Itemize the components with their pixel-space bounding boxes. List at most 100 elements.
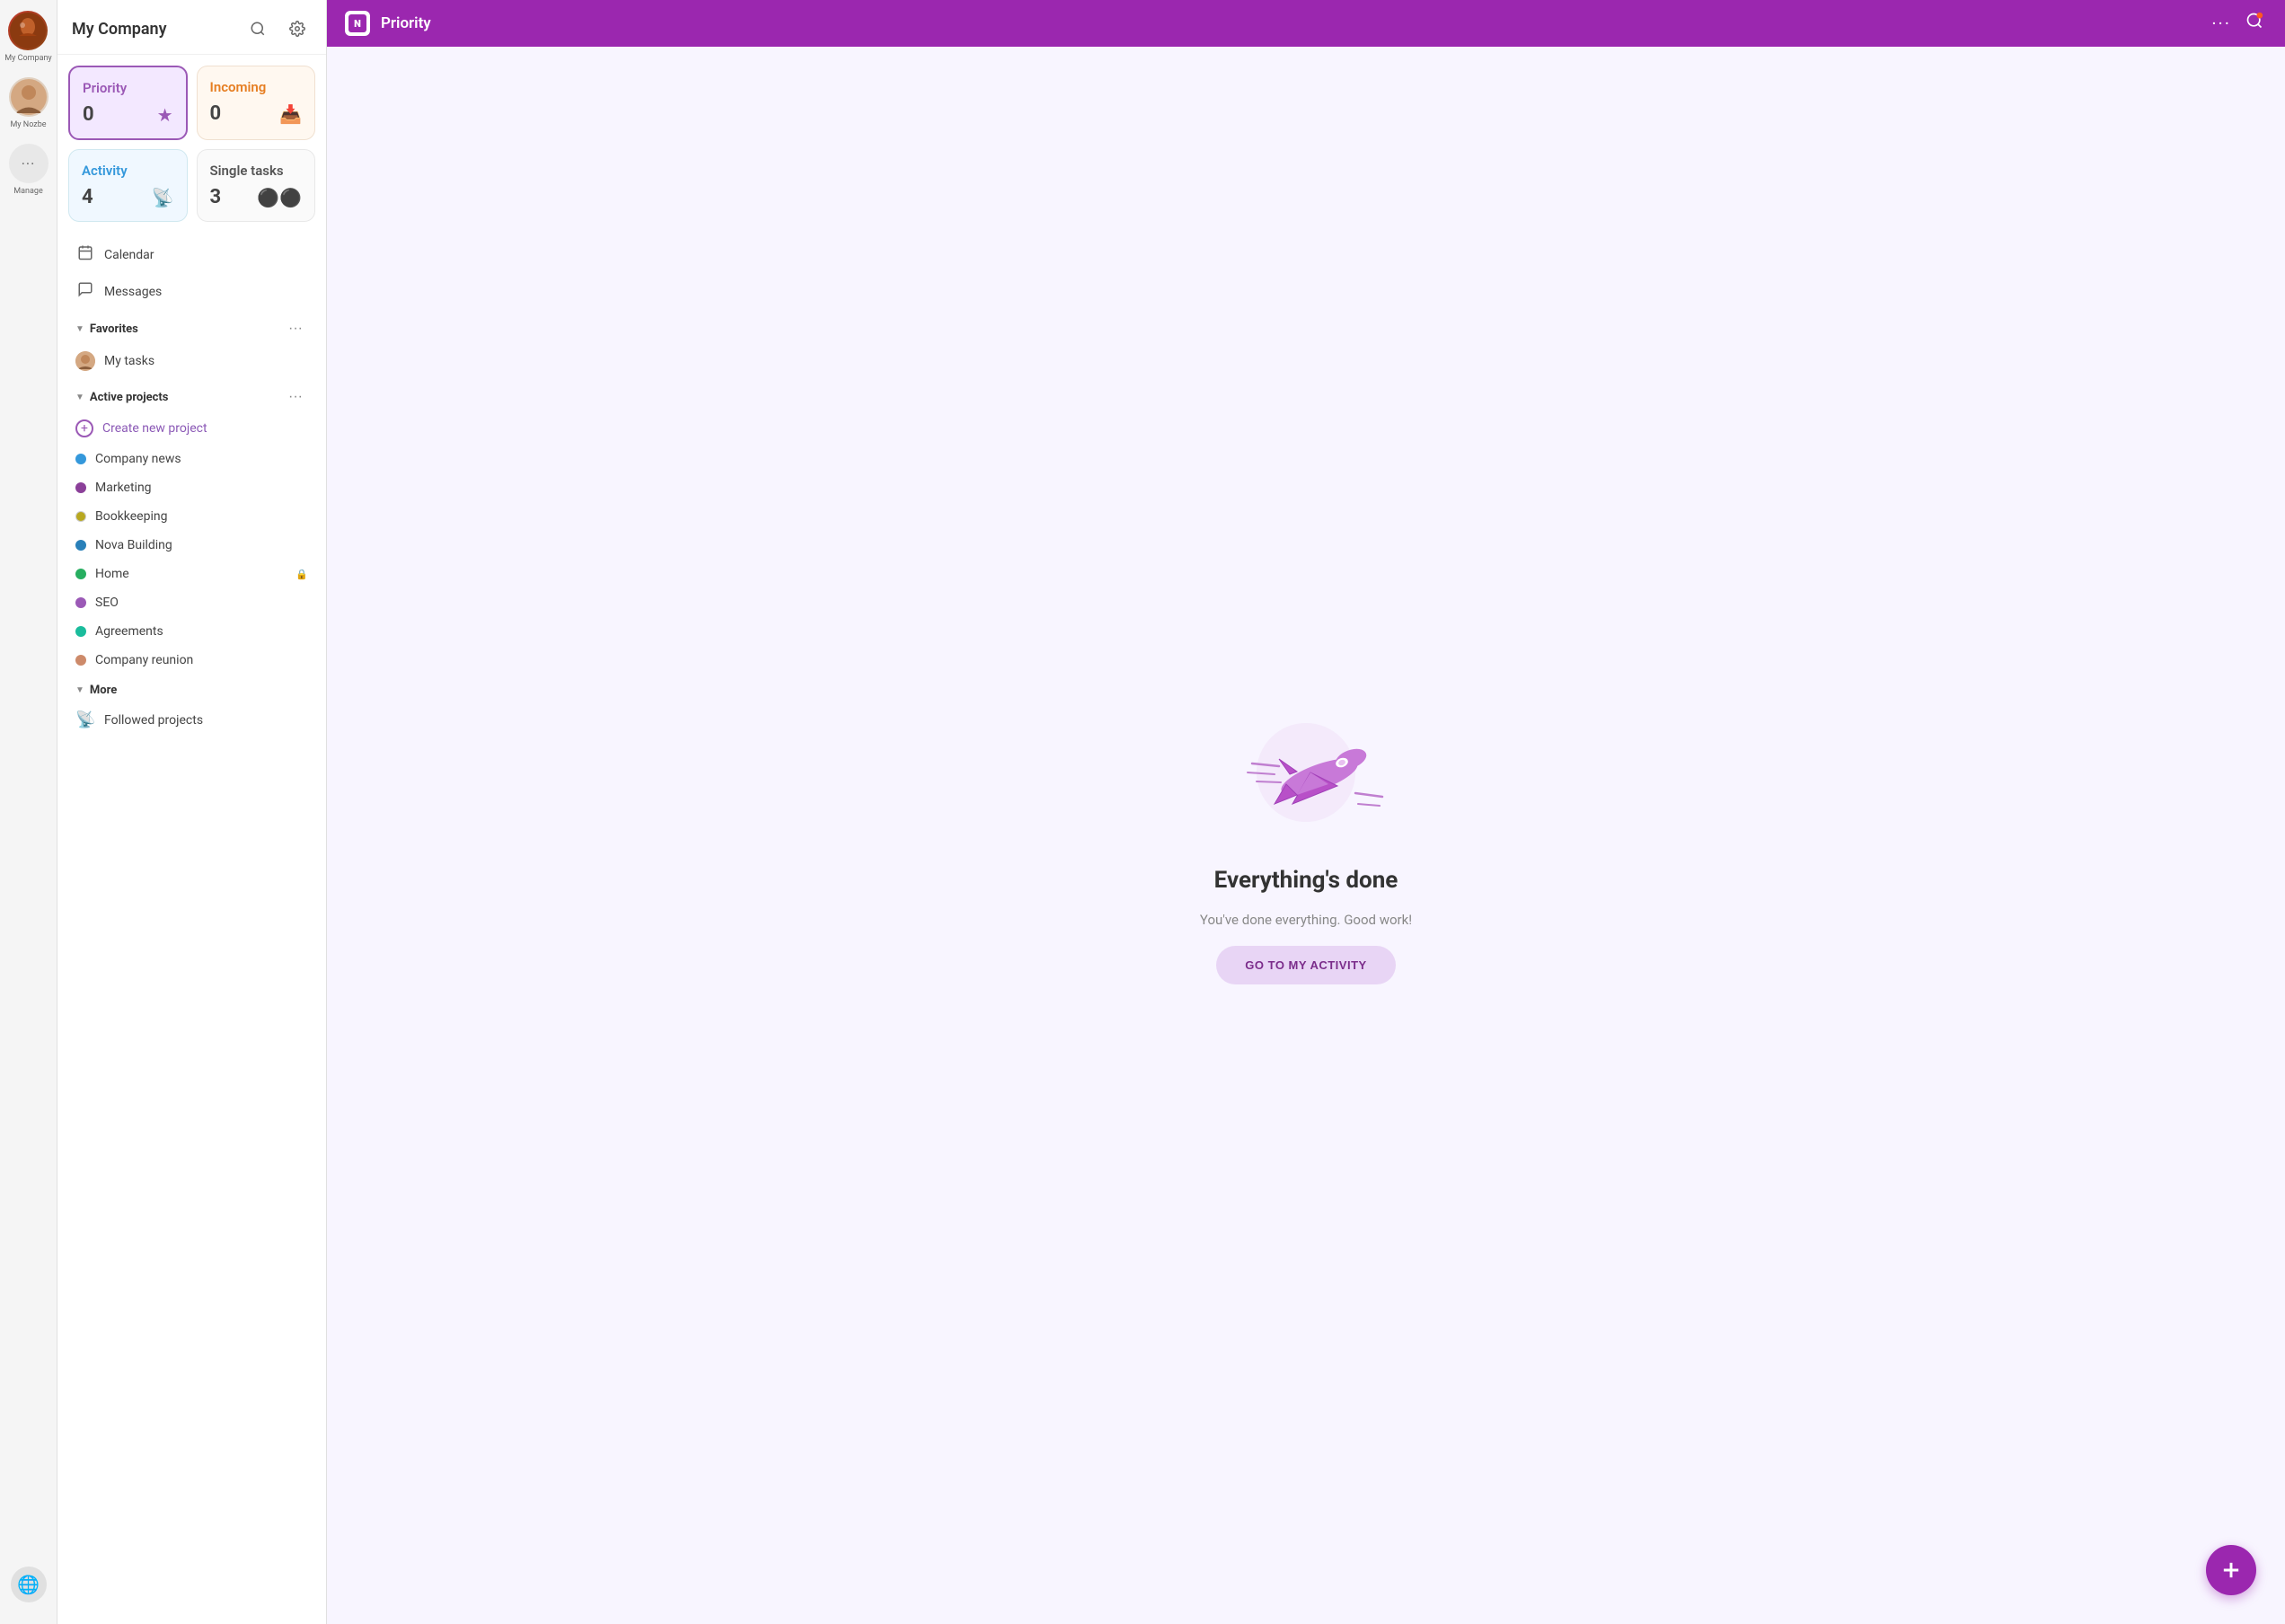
calendar-label: Calendar [104,248,154,262]
active-projects-header-left: ▼ Active projects [75,391,168,404]
project-dot [75,540,86,551]
followed-projects-icon: 📡 [75,710,95,729]
activity-card[interactable]: Activity 4 📡 [68,149,188,222]
messages-nav-item[interactable]: Messages [68,273,315,310]
followed-projects-label: Followed projects [104,713,203,728]
favorites-more-button[interactable]: ··· [283,319,308,339]
project-name: Agreements [95,624,308,639]
single-tasks-icon: ⚫⚫ [257,187,302,208]
top-bar-right [2242,8,2267,39]
logo-inner: N [348,14,366,32]
project-name: Company news [95,452,308,466]
calendar-nav-item[interactable]: Calendar [68,236,315,273]
active-projects-chevron-icon: ▼ [75,393,84,402]
airplane-illustration [1225,687,1387,849]
sidebar-header-icons [243,14,312,43]
incoming-card-title: Incoming [210,79,303,95]
active-projects-more-button[interactable]: ··· [283,387,308,407]
activity-count: 4 [82,186,93,208]
manage-button[interactable]: ··· Manage [9,144,49,196]
favorites-header-left: ▼ Favorites [75,322,138,336]
sidebar: My Company Priority 0 ★ Incoming [57,0,327,1624]
go-to-activity-button[interactable]: GO TO MY ACTIVITY [1216,946,1395,984]
globe-icon: 🌐 [17,1574,40,1595]
priority-count: 0 [83,103,94,126]
incoming-inbox-icon: 📥 [279,103,302,125]
followed-projects-item[interactable]: 📡 Followed projects [68,702,315,737]
globe-button[interactable]: 🌐 [0,1556,57,1613]
project-company-news[interactable]: Company news [68,445,315,473]
create-project-item[interactable]: + Create new project [68,412,315,445]
project-nova-building[interactable]: Nova Building [68,531,315,560]
nozbe-avatar[interactable]: My Nozbe [9,77,49,129]
priority-card-bottom: 0 ★ [83,103,173,126]
active-projects-title: Active projects [90,391,169,404]
project-name: Home [95,567,285,581]
priority-card-title: Priority [83,80,173,96]
main-area: Everything's done You've done everything… [327,47,2285,1624]
my-tasks-item[interactable]: My tasks [68,344,315,378]
top-bar-title: Priority [381,14,2201,32]
project-company-reunion[interactable]: Company reunion [68,646,315,675]
project-dot [75,454,86,464]
project-lock-icon: 🔒 [296,569,308,580]
project-dot [75,569,86,579]
company-avatar[interactable]: My Company [4,11,51,63]
project-name: Marketing [95,481,308,495]
create-plus-icon: + [75,419,93,437]
sidebar-content: Priority 0 ★ Incoming 0 📥 Activity 4 [57,55,326,1624]
activity-card-title: Activity [82,163,174,179]
activity-card-bottom: 4 📡 [82,186,174,208]
project-name: SEO [95,596,308,610]
fab-add-button[interactable] [2206,1545,2256,1595]
project-dot [75,511,86,522]
manage-label: Manage [13,187,42,196]
top-bar-more-button[interactable]: ··· [2211,13,2231,34]
nozbe-label: My Nozbe [10,120,46,129]
single-tasks-card[interactable]: Single tasks 3 ⚫⚫ [197,149,316,222]
more-title: More [90,684,117,697]
favorites-section-header[interactable]: ▼ Favorites ··· [68,310,315,344]
project-seo[interactable]: SEO [68,588,315,617]
icon-bar: My Company My Nozbe ··· Manage 🌐 [0,0,57,1624]
activity-rss-icon: 📡 [152,187,174,208]
priority-card[interactable]: Priority 0 ★ [68,66,188,140]
cards-grid: Priority 0 ★ Incoming 0 📥 Activity 4 [68,66,315,222]
project-dot [75,626,86,637]
everything-done-subtitle: You've done everything. Good work! [1200,912,1412,928]
more-header-left: ▼ More [75,684,117,697]
everything-done-title: Everything's done [1214,867,1398,894]
app-logo: N [345,11,370,36]
project-marketing[interactable]: Marketing [68,473,315,502]
active-projects-section-header[interactable]: ▼ Active projects ··· [68,378,315,412]
top-bar-search-button[interactable] [2242,8,2267,39]
incoming-card[interactable]: Incoming 0 📥 [197,66,316,140]
sidebar-header: My Company [57,0,326,55]
project-home[interactable]: Home 🔒 [68,560,315,588]
project-agreements[interactable]: Agreements [68,617,315,646]
project-name: Nova Building [95,538,308,552]
company-label: My Company [4,54,51,63]
project-name: Bookkeeping [95,509,308,524]
single-tasks-count: 3 [210,186,222,208]
project-bookkeeping[interactable]: Bookkeeping [68,502,315,531]
project-name: Company reunion [95,653,308,667]
settings-button[interactable] [283,14,312,43]
main-content: N Priority ··· [327,0,2285,1624]
top-bar: N Priority ··· [327,0,2285,47]
more-section-header[interactable]: ▼ More [68,675,315,702]
incoming-count: 0 [210,102,222,125]
sidebar-title: My Company [72,20,167,39]
messages-icon [75,281,95,302]
single-tasks-title: Single tasks [210,163,303,179]
project-dot [75,597,86,608]
incoming-card-bottom: 0 📥 [210,102,303,125]
calendar-icon [75,244,95,265]
search-button[interactable] [243,14,272,43]
create-project-label: Create new project [102,421,207,436]
project-dot [75,482,86,493]
priority-star-icon: ★ [157,104,173,126]
more-chevron-icon: ▼ [75,685,84,695]
single-tasks-bottom: 3 ⚫⚫ [210,186,303,208]
my-tasks-label: My tasks [104,354,154,368]
